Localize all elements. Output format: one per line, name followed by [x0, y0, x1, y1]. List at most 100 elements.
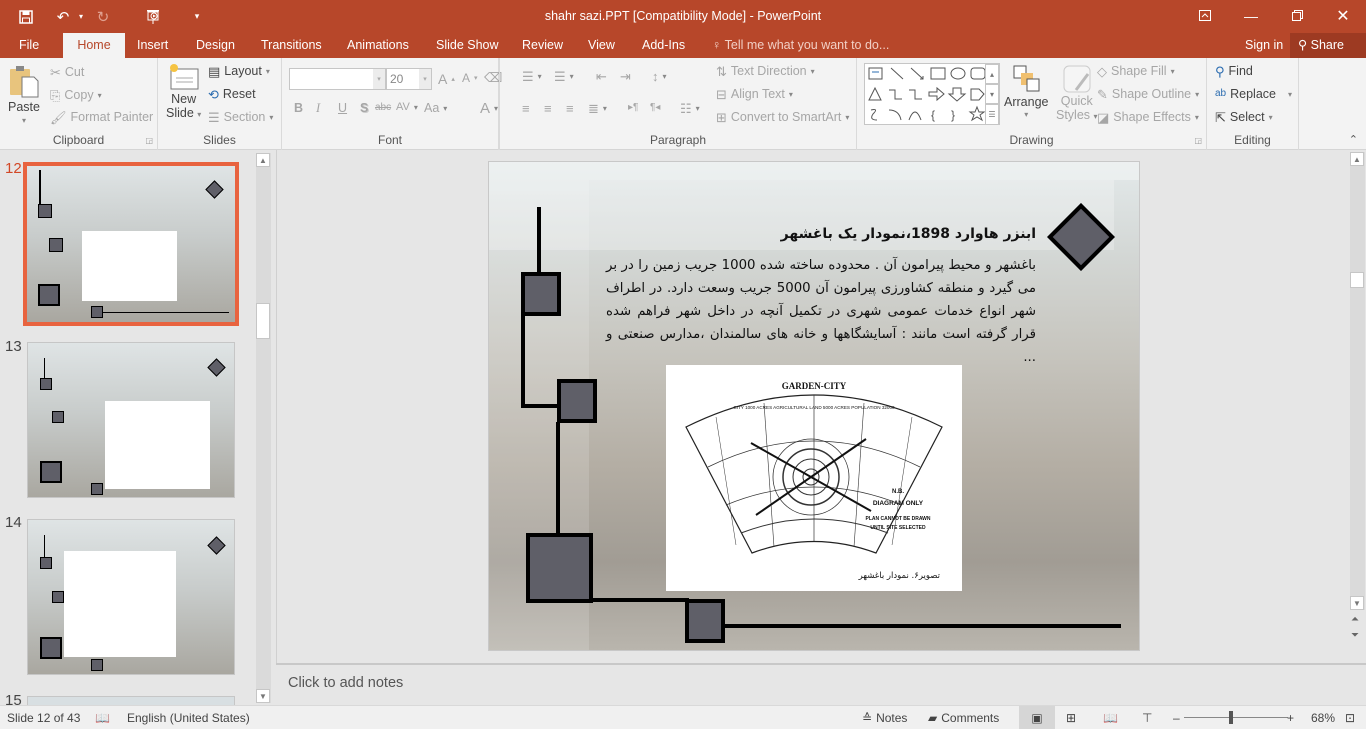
font-size-combobox[interactable]: 20 ▾	[386, 68, 432, 90]
cut-button[interactable]: ✂ Cut	[50, 65, 84, 79]
slide-show-button[interactable]: ⊤	[1142, 711, 1152, 725]
format-painter-button[interactable]: 🖌 Format Painter	[50, 110, 153, 124]
paste-button[interactable]: Paste ▾	[8, 64, 40, 125]
tab-slide-show[interactable]: Slide Show	[427, 33, 508, 58]
rtl-button[interactable]: ¶◂	[650, 102, 660, 113]
dialog-launcher-icon[interactable]: ◲	[1194, 136, 1202, 145]
garden-city-diagram-image[interactable]: GARDEN-CITY CITY 1000 ACRES AGRICULTURAL…	[666, 365, 962, 591]
select-button[interactable]: ⇱ Select ▾	[1215, 110, 1273, 124]
decrease-indent-button[interactable]: ⇤	[596, 70, 607, 83]
scroll-down-icon[interactable]: ▼	[256, 689, 270, 703]
gallery-more-icon[interactable]: ☰	[985, 104, 999, 125]
minimize-icon[interactable]: —	[1228, 0, 1274, 31]
zoom-in-button[interactable]: +	[1287, 711, 1294, 725]
language-indicator[interactable]: English (United States)	[127, 711, 250, 725]
gallery-scroll-up-icon[interactable]: ▴	[985, 64, 999, 84]
notes-toggle-button[interactable]: ≙ Notes	[862, 711, 907, 725]
quick-styles-button[interactable]: Quick Styles ▾	[1056, 64, 1098, 122]
scroll-down-icon[interactable]: ▼	[1350, 596, 1364, 610]
reset-button[interactable]: ⟲ Reset	[208, 87, 256, 101]
shape-effects-button[interactable]: ◪ Shape Effects ▾	[1097, 110, 1199, 124]
tab-file[interactable]: File	[10, 33, 48, 58]
underline-button[interactable]: U	[338, 101, 347, 115]
tab-view[interactable]: View	[579, 33, 624, 58]
change-case-button[interactable]: Aa ▾	[424, 101, 447, 115]
next-slide-icon[interactable]: ⏷	[1351, 630, 1359, 641]
close-icon[interactable]: ✕	[1320, 0, 1366, 31]
shape-fill-button[interactable]: ◇ Shape Fill ▾	[1097, 64, 1175, 78]
align-center-button[interactable]: ≡	[544, 102, 552, 115]
zoom-slider-track[interactable]	[1184, 717, 1288, 718]
slide-scrollbar[interactable]: ▲ ▼	[1350, 152, 1365, 610]
scroll-thumb[interactable]	[1350, 272, 1364, 288]
notes-pane[interactable]: Click to add notes	[276, 663, 1366, 705]
reading-view-button[interactable]: 📖	[1103, 711, 1118, 725]
new-slide-button[interactable]: New Slide ▾	[166, 62, 201, 120]
slide-thumbnail-14[interactable]	[27, 519, 235, 675]
find-button[interactable]: ⚲ Find	[1215, 64, 1253, 78]
sign-in-link[interactable]: Sign in	[1245, 33, 1283, 57]
line-spacing-button[interactable]: ↕ ▾	[652, 70, 667, 83]
slide-body-text[interactable]: باغشهر و محیط پیرامون آن . محدوده ساخته …	[606, 254, 1036, 369]
tab-add-ins[interactable]: Add-Ins	[633, 33, 694, 58]
bold-button[interactable]: B	[294, 101, 303, 115]
normal-view-button[interactable]: ▣	[1019, 706, 1055, 729]
tab-review[interactable]: Review	[513, 33, 572, 58]
slide-canvas[interactable]: ابنزر هاوارد 1898،نمودار یک باغشهر باغشه…	[488, 161, 1140, 651]
shrink-font-button[interactable]: A ▾	[462, 71, 478, 85]
numbering-button[interactable]: ☰ ▾	[554, 70, 574, 83]
tab-animations[interactable]: Animations	[338, 33, 418, 58]
scroll-thumb[interactable]	[256, 303, 270, 339]
zoom-slider-thumb[interactable]	[1228, 711, 1233, 724]
align-text-button[interactable]: ⊟ Align Text ▾	[716, 87, 793, 101]
shape-outline-button[interactable]: ✎ Shape Outline ▾	[1097, 87, 1199, 101]
dialog-launcher-icon[interactable]: ◲	[145, 136, 153, 145]
tab-transitions[interactable]: Transitions	[252, 33, 331, 58]
scroll-up-icon[interactable]: ▲	[256, 153, 270, 167]
scroll-up-icon[interactable]: ▲	[1350, 152, 1364, 166]
justify-button[interactable]: ≣ ▾	[588, 102, 607, 115]
spell-check-icon[interactable]: 📖	[95, 711, 110, 725]
bullets-button[interactable]: ☰ ▾	[522, 70, 542, 83]
tab-home[interactable]: Home	[63, 33, 125, 58]
shadow-button[interactable]: S	[360, 101, 368, 115]
tab-design[interactable]: Design	[187, 33, 244, 58]
slide-sorter-button[interactable]: ⊞	[1066, 711, 1076, 725]
arrange-button[interactable]: Arrange ▾	[1004, 64, 1048, 119]
convert-smartart-button[interactable]: ⊞ Convert to SmartArt ▾	[716, 110, 849, 124]
ribbon-display-options-icon[interactable]	[1182, 0, 1228, 31]
tab-insert[interactable]: Insert	[128, 33, 177, 58]
character-spacing-button[interactable]: AV ▾	[396, 101, 418, 113]
italic-button[interactable]: I	[316, 101, 320, 116]
layout-button[interactable]: ▤ Layout ▾	[208, 64, 270, 78]
restore-icon[interactable]	[1274, 0, 1320, 31]
slide-thumbnail-13[interactable]	[27, 342, 235, 498]
fit-to-window-icon[interactable]: ⊡	[1345, 711, 1355, 725]
strikethrough-button[interactable]: abc	[375, 102, 391, 113]
gallery-scroll-down-icon[interactable]: ▾	[985, 84, 999, 104]
text-direction-button[interactable]: ⇅ Text Direction ▾	[716, 64, 815, 78]
thumbnail-scrollbar[interactable]: ▲ ▼	[256, 153, 271, 703]
slide-title[interactable]: ابنزر هاوارد 1898،نمودار یک باغشهر	[781, 226, 1036, 242]
tell-me-box[interactable]: ♀ Tell me what you want to do...	[712, 33, 889, 58]
replace-button[interactable]: ab Replace ▾	[1215, 87, 1292, 101]
previous-slide-icon[interactable]: ⏶	[1351, 614, 1359, 625]
align-right-button[interactable]: ≡	[566, 102, 574, 115]
font-color-button[interactable]: A ▾	[480, 100, 498, 117]
zoom-level[interactable]: 68%	[1311, 711, 1335, 725]
section-button[interactable]: ☰ Section ▾	[208, 110, 273, 124]
ltr-button[interactable]: ▸¶	[628, 102, 638, 113]
zoom-out-button[interactable]: –	[1173, 711, 1180, 725]
font-name-combobox[interactable]: ▾	[289, 68, 386, 90]
columns-button[interactable]: ☷ ▾	[680, 102, 700, 115]
notes-placeholder[interactable]: Click to add notes	[288, 675, 403, 691]
shapes-gallery[interactable]: { } ▴ ▾ ☰	[864, 63, 1000, 125]
comments-button[interactable]: ▰ Comments	[928, 711, 999, 725]
slide-thumbnail-12[interactable]	[23, 162, 239, 326]
collapse-ribbon-icon[interactable]: ⌃	[1349, 133, 1358, 146]
share-button[interactable]: ⚲ Share	[1290, 33, 1366, 58]
grow-font-button[interactable]: A ▴	[438, 71, 455, 87]
align-left-button[interactable]: ≡	[522, 102, 530, 115]
increase-indent-button[interactable]: ⇥	[620, 70, 631, 83]
copy-button[interactable]: ⎘ Copy ▾	[50, 88, 102, 102]
